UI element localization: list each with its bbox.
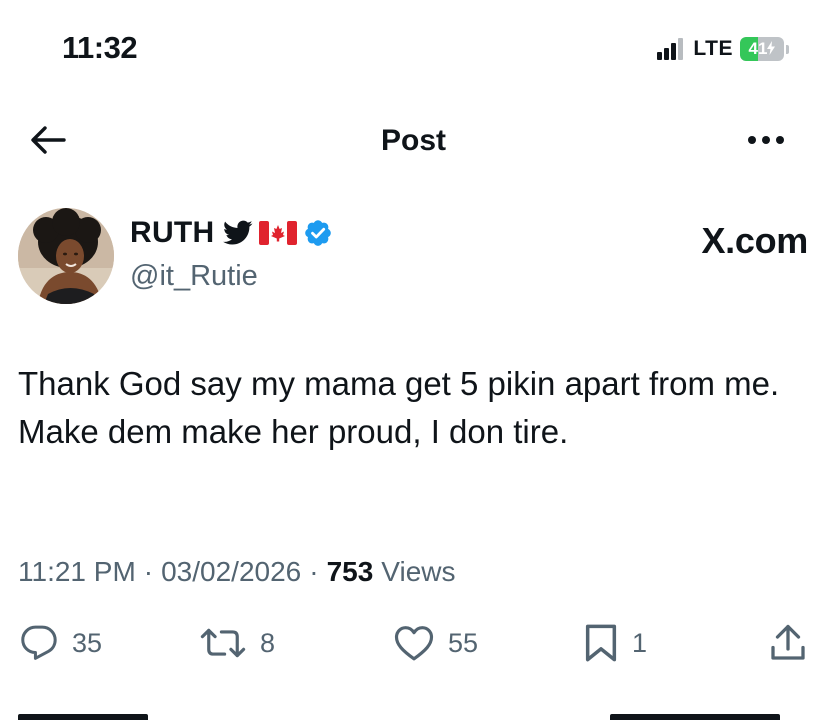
post-date[interactable]: 03/02/2026 bbox=[161, 556, 301, 588]
display-name-row[interactable]: RUTH bbox=[130, 216, 333, 250]
verified-badge-icon bbox=[304, 220, 331, 246]
repost-count: 8 bbox=[260, 627, 276, 658]
x-com-watermark: X.com bbox=[701, 220, 808, 261]
share-button[interactable] bbox=[770, 618, 806, 668]
action-bar: 35 8 55 1 bbox=[0, 618, 827, 668]
display-name[interactable]: RUTH bbox=[130, 216, 215, 250]
bookmark-button[interactable]: 1 bbox=[584, 618, 647, 668]
more-horizontal-icon bbox=[748, 136, 756, 144]
reply-count: 35 bbox=[72, 627, 103, 658]
share-icon bbox=[771, 624, 805, 660]
like-count: 55 bbox=[448, 627, 479, 658]
post-meta: 11:21 PM · 03/02/2026 · 753 Views bbox=[18, 556, 455, 588]
more-options-button[interactable] bbox=[741, 128, 791, 152]
signal-strength-icon bbox=[657, 38, 684, 60]
post-author: RUTH @it_Rutie X.com bbox=[18, 208, 808, 308]
repost-icon bbox=[200, 628, 246, 658]
bookmark-icon bbox=[585, 624, 617, 662]
post-text-line: Thank God say my mama get 5 pikin apart … bbox=[18, 365, 780, 402]
views-label: Views bbox=[381, 556, 456, 587]
repost-button[interactable]: 8 bbox=[200, 618, 275, 668]
network-type: LTE bbox=[693, 37, 733, 60]
battery-icon: 41 bbox=[740, 37, 789, 61]
separator-dot: · bbox=[143, 556, 154, 587]
status-time: 11:32 bbox=[62, 30, 138, 65]
post-text-line: Make dem make her proud, I don tire. bbox=[18, 413, 569, 450]
reply-icon bbox=[21, 625, 57, 660]
page-title: Post bbox=[380, 124, 446, 157]
separator-dot: · bbox=[309, 556, 319, 587]
next-section-peek bbox=[18, 706, 808, 720]
reply-button[interactable]: 35 bbox=[20, 618, 102, 668]
post-time[interactable]: 11:21 PM bbox=[18, 556, 136, 588]
like-button[interactable]: 55 bbox=[394, 618, 478, 668]
canada-flag-icon bbox=[258, 221, 297, 245]
battery-level: 41 bbox=[740, 37, 784, 61]
username-handle[interactable]: @it_Rutie bbox=[130, 260, 258, 293]
header-bar: Post bbox=[0, 110, 827, 170]
post-text: Thank God say my mama get 5 pikin apart … bbox=[18, 360, 808, 456]
bookmark-count: 1 bbox=[632, 627, 648, 658]
avatar[interactable] bbox=[18, 208, 114, 304]
twitter-bird-icon bbox=[222, 220, 253, 245]
status-indicators: LTE 41 bbox=[657, 37, 789, 61]
status-bar: 11:32 LTE 41 bbox=[0, 0, 827, 100]
heart-icon bbox=[394, 626, 434, 661]
views-count[interactable]: 753 bbox=[327, 556, 374, 588]
